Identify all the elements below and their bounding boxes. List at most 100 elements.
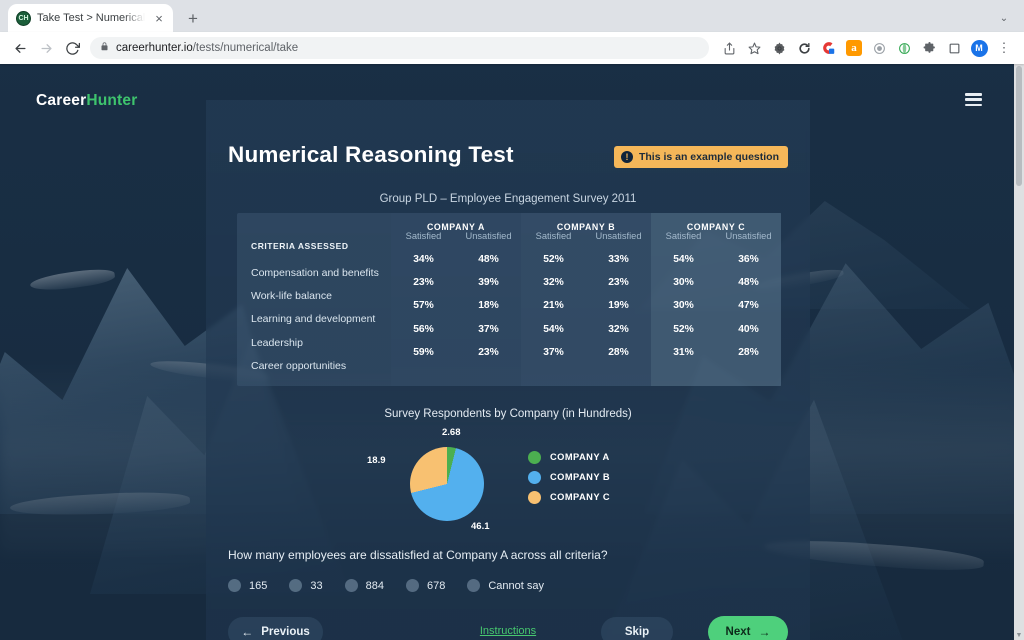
answer-option-cannot-say[interactable]: Cannot say xyxy=(467,579,544,592)
cell-satisfied: 21% xyxy=(543,300,564,312)
cell-unsatisfied: 39% xyxy=(478,277,499,289)
table-row-label: Learning and development xyxy=(251,313,376,326)
cell-unsatisfied: 18% xyxy=(478,300,499,312)
page-scrollbar[interactable]: ▲ ▼ xyxy=(1014,64,1024,640)
cell-satisfied: 54% xyxy=(673,254,694,266)
address-bar[interactable]: careerhunter.io/tests/numerical/take xyxy=(90,37,709,59)
avatar-initial: M xyxy=(970,39,988,57)
cell-satisfied: 57% xyxy=(413,300,434,312)
answer-option-678[interactable]: 678 xyxy=(405,579,446,592)
subheader-unsatisfied: Unsatisfied xyxy=(465,231,512,241)
answer-option-165[interactable]: 165 xyxy=(228,579,267,592)
table-row: 56% 37% xyxy=(391,318,521,341)
answer-options: 165 33 884 678 Cannot say xyxy=(228,579,566,592)
gear-extension-icon[interactable] xyxy=(767,36,791,60)
back-icon[interactable] xyxy=(8,36,32,60)
page-title: Numerical Reasoning Test xyxy=(228,142,514,167)
table-row: 54% 32% xyxy=(521,318,651,341)
table-criteria-column: CRITERIA ASSESSED Compensation and benef… xyxy=(237,213,391,386)
next-button[interactable]: Next → xyxy=(708,616,788,640)
forward-icon[interactable] xyxy=(34,36,58,60)
puzzle-extension-icon[interactable] xyxy=(917,36,941,60)
cell-unsatisfied: 36% xyxy=(738,254,759,266)
cell-unsatisfied: 19% xyxy=(608,300,629,312)
table-row-label: Leadership xyxy=(251,336,303,349)
cell-satisfied: 52% xyxy=(543,254,564,266)
legend-item-company-c: COMPANY C xyxy=(528,487,610,507)
pie-chart: 2.68 18.9 46.1 COMPANY A COMPANY B COMPA… xyxy=(206,425,810,535)
chevron-down-icon[interactable]: ⌄ xyxy=(990,4,1018,32)
answer-option-33[interactable]: 33 xyxy=(289,579,323,592)
green-shield-extension-icon[interactable] xyxy=(892,36,916,60)
tab-favicon: CH xyxy=(16,10,31,26)
hamburger-line xyxy=(965,103,982,106)
cell-unsatisfied: 28% xyxy=(738,346,759,358)
square-extension-icon[interactable] xyxy=(942,36,966,60)
radio-button[interactable] xyxy=(467,579,481,592)
test-content-card: Numerical Reasoning Test ! This is an ex… xyxy=(206,100,810,640)
table-row: 30% 48% xyxy=(651,271,781,294)
legend-color-swatch xyxy=(528,470,541,484)
option-label: 678 xyxy=(426,579,446,592)
red-blue-extension-icon[interactable] xyxy=(817,36,841,60)
subheader-unsatisfied: Unsatisfied xyxy=(595,231,642,241)
radio-button[interactable] xyxy=(228,579,241,592)
option-label: 165 xyxy=(249,579,268,592)
table-row: 52% 33% xyxy=(521,248,651,271)
reload-icon[interactable] xyxy=(60,36,84,60)
survey-data-table: CRITERIA ASSESSED Compensation and benef… xyxy=(237,213,782,386)
radio-button[interactable] xyxy=(289,579,303,592)
option-label: 33 xyxy=(310,579,323,592)
tab-close-icon[interactable]: × xyxy=(151,10,167,26)
grey-circle-extension-icon[interactable] xyxy=(867,36,891,60)
cell-unsatisfied: 47% xyxy=(738,300,759,312)
answer-option-884[interactable]: 884 xyxy=(344,579,384,592)
option-label: 884 xyxy=(365,579,384,592)
cell-satisfied: 32% xyxy=(543,277,564,289)
example-question-badge: ! This is an example question xyxy=(613,146,788,168)
survey-subtitle: Group PLD – Employee Engagement Survey 2… xyxy=(379,193,637,205)
cell-satisfied: 37% xyxy=(543,346,564,358)
cell-unsatisfied: 37% xyxy=(478,323,499,335)
table-row: 57% 18% xyxy=(391,294,521,317)
table-column-company-a: COMPANY A Satisfied Unsatisfied 34% 48% 2… xyxy=(391,213,521,386)
table-row: 21% 19% xyxy=(521,294,651,317)
test-footer: ← Previous Instructions Skip Next → xyxy=(228,616,788,640)
site-logo[interactable]: CareerHunter xyxy=(36,92,137,110)
radio-button[interactable] xyxy=(405,579,419,592)
option-label: Cannot say xyxy=(488,579,544,592)
cell-satisfied: 30% xyxy=(673,277,694,289)
cell-unsatisfied: 28% xyxy=(608,346,629,358)
scrollbar-thumb[interactable] xyxy=(1016,66,1022,186)
hamburger-menu-icon[interactable] xyxy=(965,93,982,106)
cell-satisfied: 54% xyxy=(543,323,564,335)
tab-title: Take Test > Numerical Reason xyxy=(37,12,145,24)
cell-unsatisfied: 40% xyxy=(738,323,759,335)
table-column-company-c: COMPANY C Satisfied Unsatisfied 54% 36% 3… xyxy=(651,213,781,386)
table-row: 52% 40% xyxy=(651,318,781,341)
exclamation-icon: ! xyxy=(620,151,633,163)
new-tab-button[interactable]: + xyxy=(179,4,207,32)
browser-toolbar: careerhunter.io/tests/numerical/take a M… xyxy=(0,32,1024,64)
scroll-down-arrow[interactable]: ▼ xyxy=(1014,630,1024,640)
legend-item-company-a: COMPANY A xyxy=(528,447,610,467)
instructions-link[interactable]: Instructions xyxy=(228,625,788,637)
browser-menu-icon[interactable]: ⋮ xyxy=(992,36,1016,60)
cell-satisfied: 52% xyxy=(673,323,694,335)
bookmark-star-icon[interactable] xyxy=(742,36,766,60)
table-row: 31% 28% xyxy=(651,341,781,364)
table-row-label: Work-life balance xyxy=(251,290,332,303)
radio-button[interactable] xyxy=(344,579,358,592)
company-subheaders: Satisfied Unsatisfied xyxy=(391,231,521,248)
amazon-extension-icon[interactable]: a xyxy=(842,36,866,60)
share-icon[interactable] xyxy=(717,36,741,60)
sync-extension-icon[interactable] xyxy=(792,36,816,60)
browser-tab[interactable]: CH Take Test > Numerical Reason × xyxy=(8,4,173,32)
company-header: COMPANY A xyxy=(426,222,486,232)
skip-button[interactable]: Skip xyxy=(601,617,673,640)
logo-text-career: Career xyxy=(36,92,87,109)
table-row: 54% 36% xyxy=(651,248,781,271)
table-row: 59% 23% xyxy=(391,341,521,364)
profile-avatar[interactable]: M xyxy=(967,36,991,60)
cell-unsatisfied: 23% xyxy=(478,346,499,358)
